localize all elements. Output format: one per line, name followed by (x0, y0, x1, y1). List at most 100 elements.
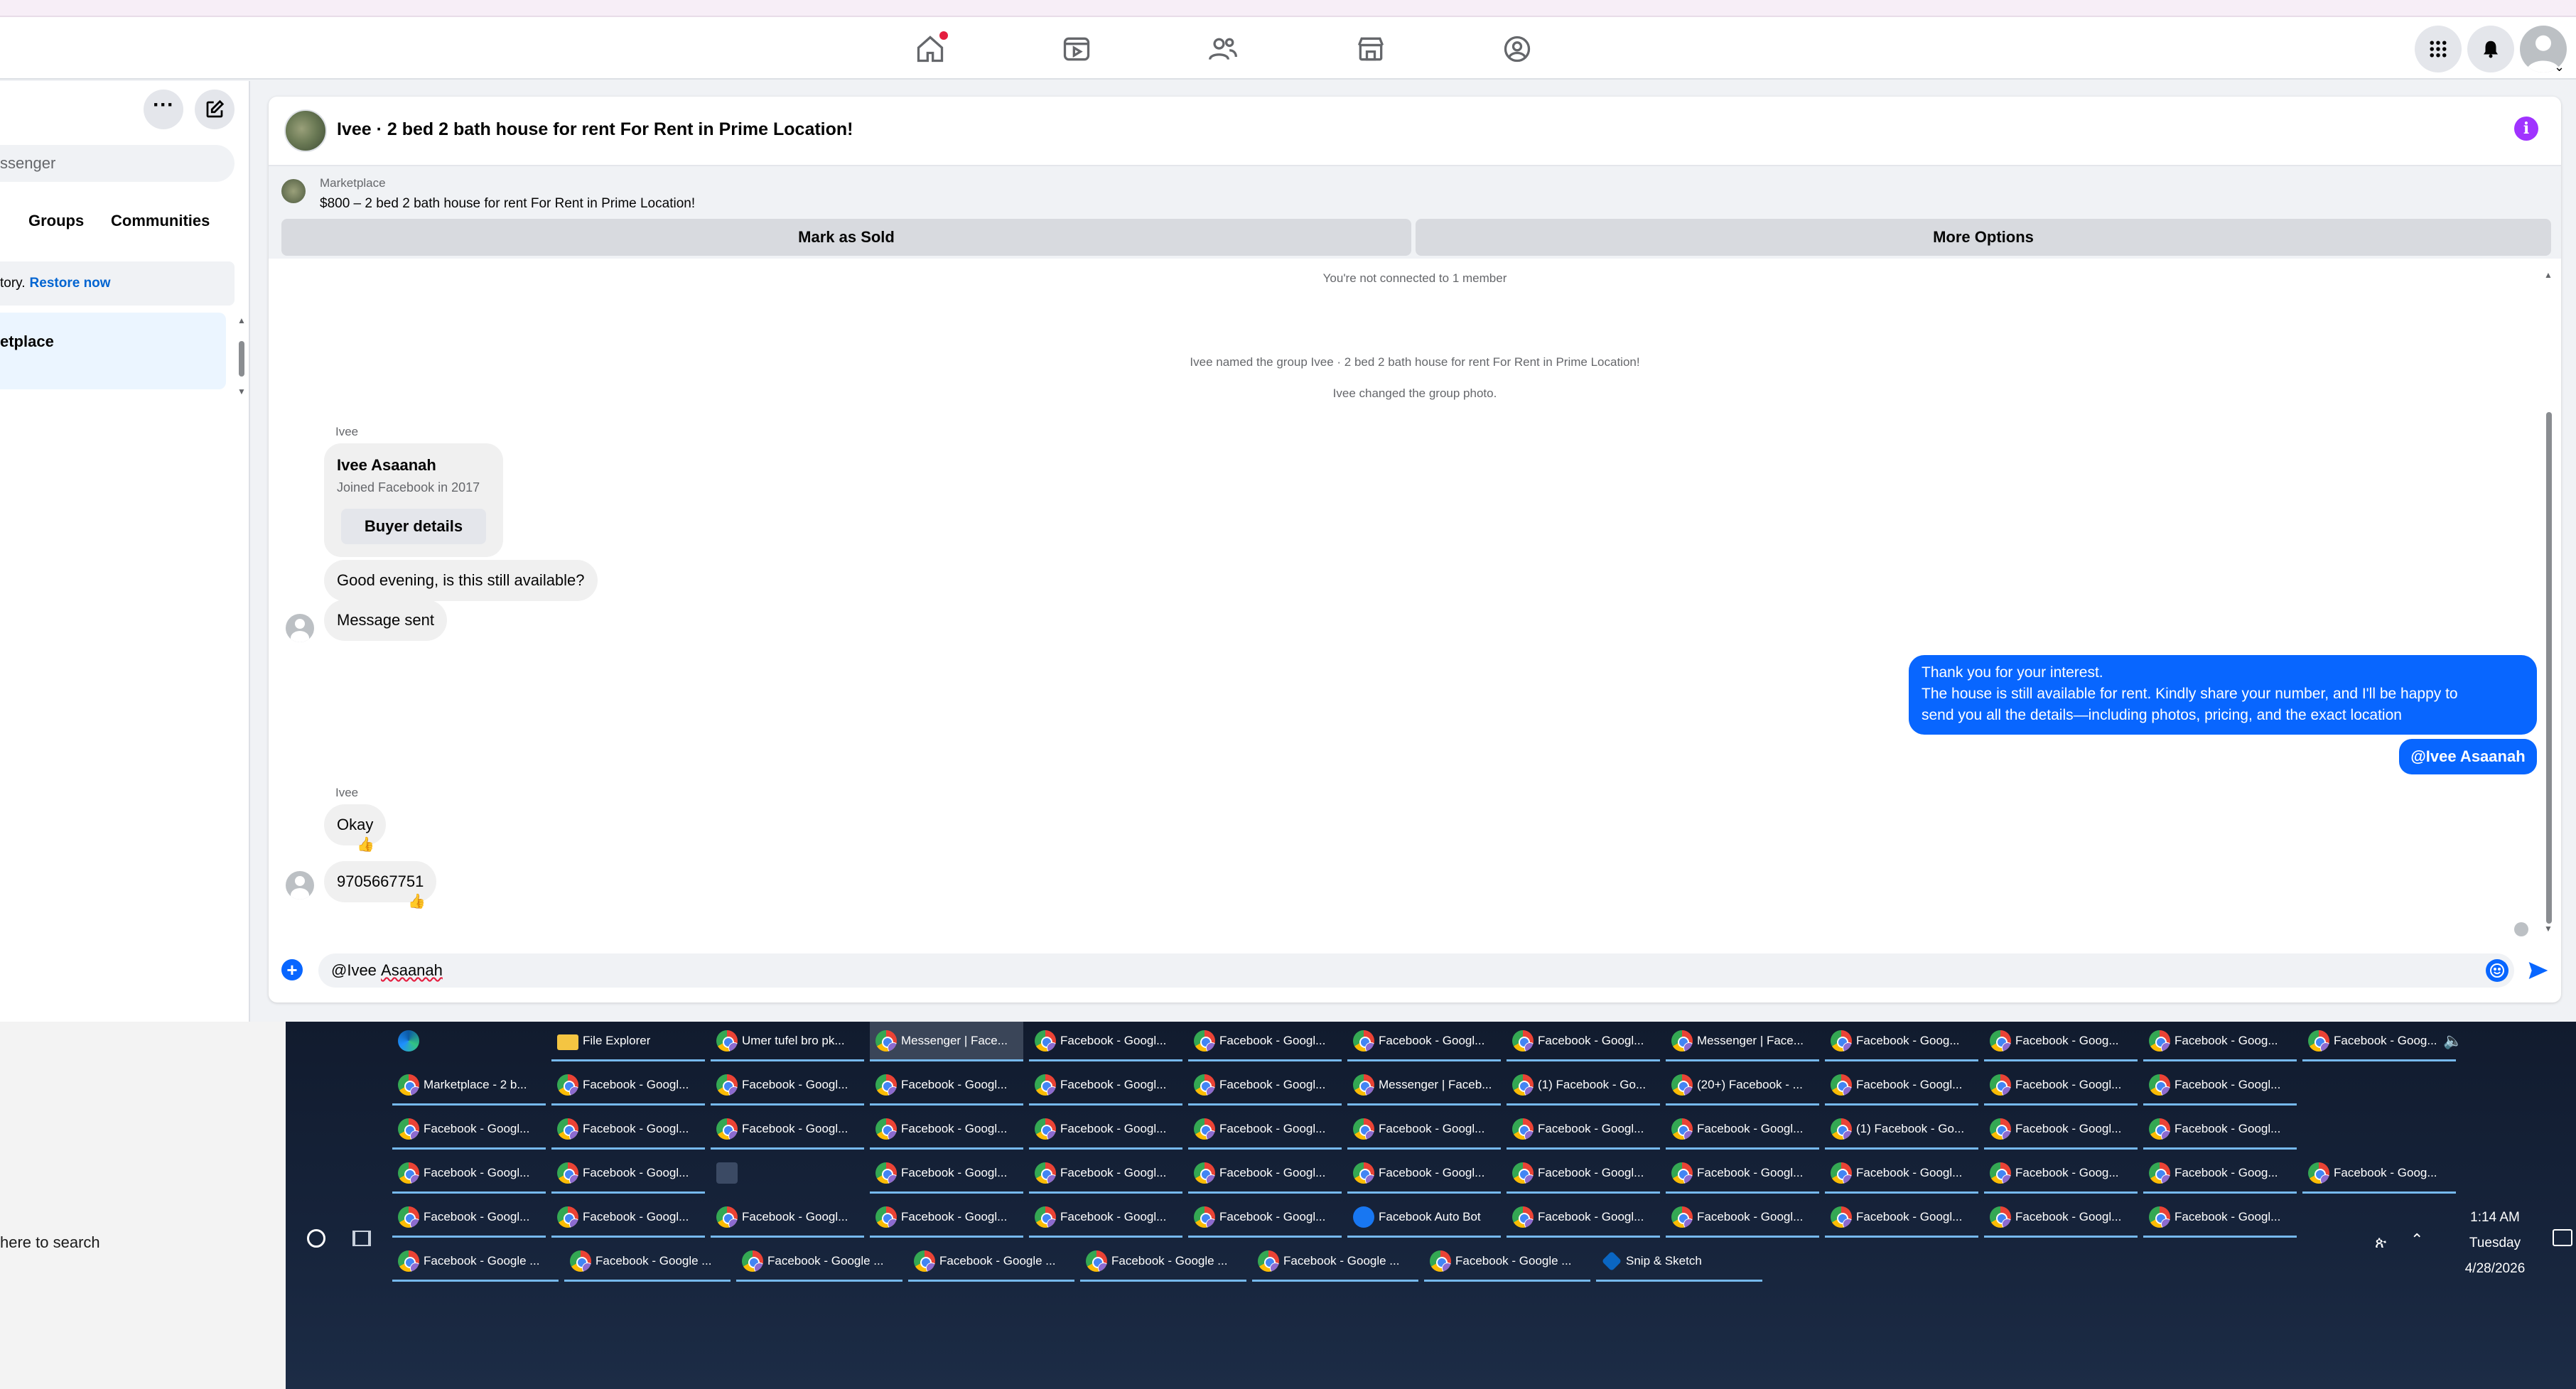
sidebar-scrollbar[interactable]: ▲ ▼ (237, 315, 246, 401)
tab-communities[interactable]: Communities (111, 212, 210, 230)
system-clock[interactable]: 1:14 AM Tuesday 4/28/2026 (2456, 1205, 2534, 1282)
thumbs-up-reaction-icon[interactable]: 👍 (408, 892, 426, 910)
incoming-message[interactable]: Okay (324, 804, 387, 845)
mark-as-sold-button[interactable]: Mark as Sold (281, 219, 1411, 256)
send-icon[interactable] (2526, 958, 2551, 983)
incoming-message[interactable]: Good evening, is this still available? (324, 560, 598, 601)
taskbar-window-button[interactable]: Facebook - Google ... (564, 1242, 731, 1282)
account-chevron-down-icon[interactable]: ⌄ (2554, 60, 2565, 75)
taskbar-window-button[interactable]: Facebook - Google ... (908, 1242, 1074, 1282)
taskbar-window-button[interactable]: Facebook - Googl... (1029, 1110, 1182, 1150)
emoji-icon[interactable] (2486, 959, 2508, 982)
taskbar-window-button[interactable]: Facebook - Googl... (1507, 1154, 1660, 1194)
taskbar-window-button[interactable]: (1) Facebook - Go... (1507, 1066, 1660, 1106)
taskbar-window-button[interactable]: Umer tufel bro pk... (711, 1022, 864, 1061)
taskbar-window-button[interactable]: Facebook - Googl... (551, 1066, 705, 1106)
taskbar-window-button[interactable]: Facebook - Googl... (1188, 1154, 1342, 1194)
taskbar-window-button[interactable]: Marketplace - 2 b... (392, 1066, 546, 1106)
taskbar-window-button[interactable]: Facebook - Goog... (2143, 1154, 2297, 1194)
restore-now-link[interactable]: Restore now (30, 276, 111, 291)
taskbar-window-button[interactable]: Facebook - Goog... (1825, 1022, 1978, 1061)
taskbar-window-button[interactable]: Facebook - Googl... (711, 1110, 864, 1150)
taskbar-window-button[interactable]: Facebook - Googl... (392, 1198, 546, 1238)
thumbs-up-reaction-icon[interactable]: 👍 (357, 836, 374, 853)
tab-groups[interactable]: Groups (28, 212, 84, 230)
taskbar-window-button[interactable]: Facebook - Googl... (2143, 1110, 2297, 1150)
taskbar-window-button[interactable]: Facebook - Googl... (1507, 1110, 1660, 1150)
taskbar-window-button[interactable]: Facebook - Googl... (392, 1110, 546, 1150)
taskbar-window-button[interactable]: Facebook - Googl... (551, 1110, 705, 1150)
taskbar-window-button[interactable]: Facebook - Googl... (870, 1066, 1023, 1106)
taskbar-window-button[interactable]: Facebook - Googl... (870, 1110, 1023, 1150)
taskbar-window-button[interactable]: Facebook - Googl... (1825, 1154, 1978, 1194)
sender-avatar[interactable] (286, 614, 314, 642)
taskbar-window-button[interactable]: Facebook - Googl... (2143, 1198, 2297, 1238)
taskbar-window-button[interactable]: Facebook - Googl... (870, 1154, 1023, 1194)
taskbar-window-button[interactable]: Facebook - Googl... (1029, 1066, 1182, 1106)
taskbar-window-button[interactable]: Facebook - Googl... (1984, 1110, 2138, 1150)
taskbar-window-button[interactable]: (20+) Facebook - ... (1666, 1066, 1819, 1106)
group-avatar[interactable] (284, 109, 327, 152)
search-input[interactable]: ssenger (0, 145, 235, 182)
marketplace-icon[interactable] (1354, 33, 1387, 65)
taskbar-window-button[interactable]: Messenger | Faceb... (1347, 1066, 1501, 1106)
taskbar-window-button[interactable]: Facebook - Goog... (2143, 1022, 2297, 1061)
outgoing-mention[interactable]: @Ivee Asaanah (2399, 739, 2537, 774)
taskbar-window-button[interactable]: Facebook - Googl... (1825, 1066, 1978, 1106)
friends-icon[interactable] (1207, 33, 1239, 65)
taskbar-window-button[interactable] (711, 1154, 753, 1194)
taskbar-window-button[interactable]: Facebook - Goog... (2302, 1022, 2456, 1061)
taskbar-window-button[interactable]: Facebook - Googl... (711, 1066, 864, 1106)
message-composer-input[interactable]: @Ivee Asaanah (318, 953, 2514, 988)
notifications-bell-icon[interactable] (2467, 26, 2514, 72)
home-icon[interactable] (914, 31, 948, 65)
taskbar-window-button[interactable]: Facebook - Googl... (1188, 1198, 1342, 1238)
taskbar-window-button[interactable]: Facebook - Googl... (870, 1198, 1023, 1238)
taskbar-window-button[interactable]: Facebook - Googl... (1666, 1198, 1819, 1238)
outgoing-message[interactable]: Thank you for your interest. The house i… (1909, 655, 2537, 735)
taskbar-window-button[interactable]: Facebook - Googl... (711, 1198, 864, 1238)
taskbar-window-button[interactable]: Facebook - Googl... (1029, 1154, 1182, 1194)
taskbar-window-button[interactable]: Facebook - Goog... (1984, 1154, 2138, 1194)
task-view-icon[interactable] (352, 1231, 371, 1246)
taskbar-window-button[interactable]: Facebook - Googl... (1984, 1066, 2138, 1106)
taskbar-window-button[interactable]: Facebook - Googl... (1666, 1110, 1819, 1150)
sender-avatar[interactable] (286, 871, 314, 899)
taskbar-window-button[interactable]: Facebook - Googl... (1188, 1066, 1342, 1106)
taskbar-window-button[interactable]: Facebook - Googl... (1507, 1198, 1660, 1238)
taskbar-window-button[interactable]: Messenger | Face... (1666, 1022, 1819, 1061)
people-icon[interactable]: ጵ (2375, 1233, 2386, 1252)
taskbar-window-button[interactable]: (1) Facebook - Go... (1825, 1110, 1978, 1150)
taskbar-window-button[interactable]: Facebook - Google ... (1424, 1242, 1590, 1282)
taskbar-window-button[interactable]: Facebook - Googl... (1347, 1022, 1501, 1061)
taskbar-window-button[interactable]: Facebook - Googl... (1507, 1022, 1660, 1061)
taskbar-window-button[interactable]: Facebook - Googl... (551, 1198, 705, 1238)
taskbar-window-button[interactable]: Facebook - Google ... (1252, 1242, 1418, 1282)
taskbar-window-button[interactable]: File Explorer (551, 1022, 705, 1061)
video-icon[interactable] (1060, 33, 1093, 65)
cortana-icon[interactable] (307, 1229, 325, 1248)
buyer-details-button[interactable]: Buyer details (341, 509, 486, 544)
taskbar-window-button[interactable]: Facebook - Googl... (1825, 1198, 1978, 1238)
taskbar-window-button[interactable]: Facebook - Google ... (392, 1242, 559, 1282)
incoming-message[interactable]: Message sent (324, 600, 447, 641)
options-ellipsis-icon[interactable]: ··· (144, 90, 183, 129)
taskbar-window-button[interactable]: Facebook - Googl... (1347, 1110, 1501, 1150)
taskbar-window-button[interactable]: Facebook - Googl... (1188, 1110, 1342, 1150)
show-hidden-icons-chevron-up-icon[interactable]: ⌃ (2410, 1231, 2423, 1249)
taskbar-window-button[interactable]: Facebook - Goog... (2302, 1154, 2456, 1194)
taskbar-window-button[interactable]: Messenger | Face... (870, 1022, 1023, 1061)
taskbar-window-button[interactable]: Facebook - Googl... (1666, 1154, 1819, 1194)
taskbar-window-button[interactable]: Facebook - Googl... (1188, 1022, 1342, 1061)
taskbar-window-button[interactable]: Facebook - Goog... (1984, 1022, 2138, 1061)
conversation-title[interactable]: Ivee · 2 bed 2 bath house for rent For R… (337, 119, 853, 140)
listing-title[interactable]: $800 – 2 bed 2 bath house for rent For R… (320, 196, 695, 212)
taskbar-window-button[interactable]: Facebook - Googl... (1029, 1198, 1182, 1238)
taskbar-window-button[interactable]: Facebook - Googl... (2143, 1066, 2297, 1106)
taskbar-window-button[interactable]: Facebook - Googl... (392, 1154, 546, 1194)
taskbar-window-button[interactable]: Facebook - Googl... (551, 1154, 705, 1194)
taskbar-window-button[interactable] (392, 1022, 435, 1061)
new-message-icon[interactable] (195, 90, 235, 129)
menu-grid-icon[interactable] (2415, 26, 2462, 72)
action-center-icon[interactable] (2553, 1229, 2572, 1246)
